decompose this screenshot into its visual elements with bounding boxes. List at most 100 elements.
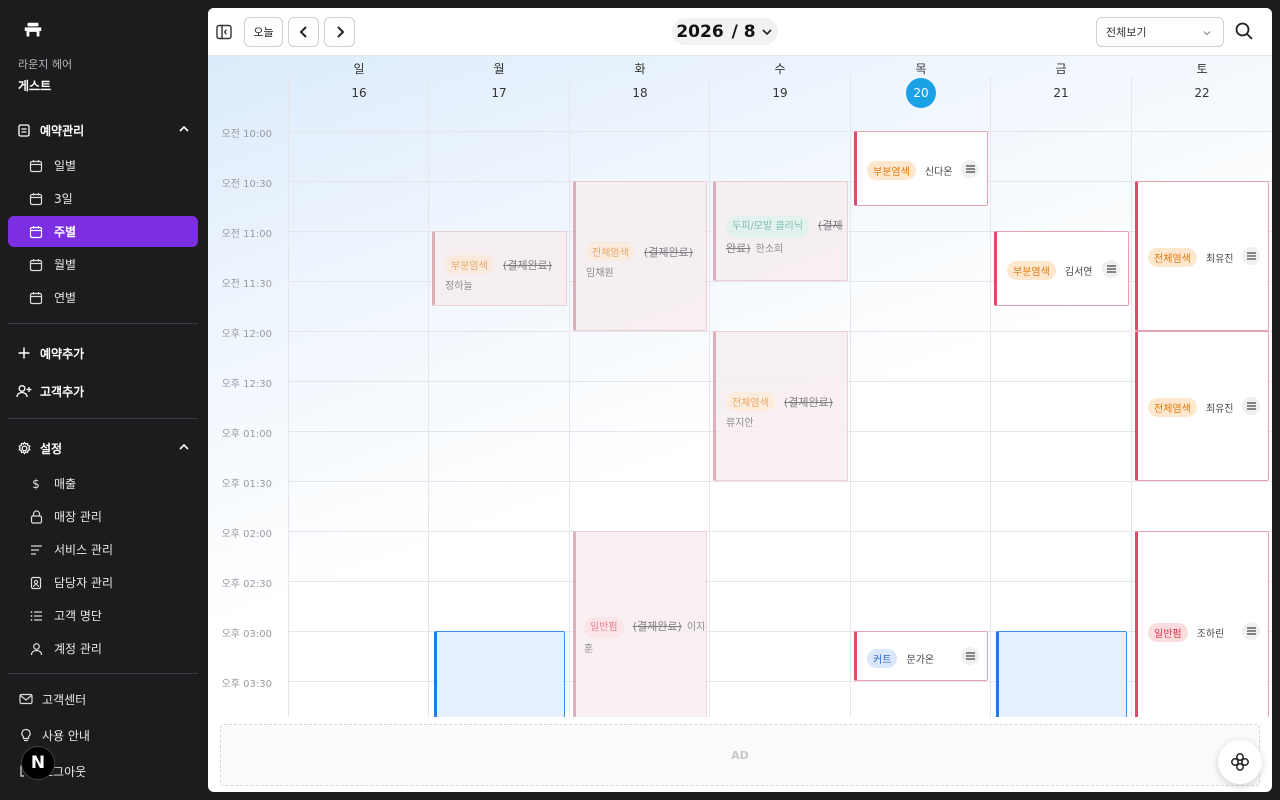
day-header-mon[interactable]: 월 17 — [429, 56, 569, 132]
event-customer-name: 한소희 — [755, 244, 784, 255]
time-label: 오후 03:30 — [221, 679, 272, 690]
calendar-icon — [28, 257, 44, 273]
event-card[interactable]: 전체염색 최유진 — [1135, 181, 1269, 331]
nav-item-customers[interactable]: 고객 명단 — [8, 600, 198, 631]
usage-guide-link[interactable]: 사용 안내 — [18, 724, 90, 746]
chevron-up-icon[interactable] — [178, 441, 190, 456]
event-card[interactable]: 두피/모발 클리닉 (결제완료) 한소희 — [713, 181, 848, 281]
grid-line — [288, 76, 289, 717]
nav-item-store[interactable]: 매장 관리 — [8, 501, 198, 532]
nav-item-label: 매장 관리 — [54, 510, 102, 524]
n-badge-icon[interactable]: N — [21, 746, 55, 780]
event-menu-button[interactable] — [1242, 397, 1260, 415]
event-card[interactable]: 부분염색 신다온 — [854, 131, 988, 206]
menu-icon — [965, 165, 975, 173]
prev-week-button[interactable] — [288, 17, 319, 47]
day-header-thu[interactable]: 목 20 — [851, 56, 991, 132]
app-logo-icon[interactable] — [22, 20, 44, 42]
chevron-up-icon[interactable] — [178, 123, 190, 138]
sidebar-toggle-icon[interactable] — [216, 24, 232, 40]
list-icon — [28, 542, 44, 558]
event-customer-name: 조하린 — [1196, 629, 1225, 640]
settings-section-label: 설정 — [40, 441, 63, 456]
day-header-sun[interactable]: 일 16 — [289, 56, 429, 132]
event-service-tag: 전체염색 — [726, 392, 775, 411]
nav-item-label: 3일 — [54, 192, 73, 206]
grid-line — [288, 481, 1272, 482]
event-service-tag: 부분염색 — [445, 255, 494, 274]
event-customer-name: 신다온 — [924, 167, 953, 178]
day-header-wed[interactable]: 수 19 — [710, 56, 850, 132]
nav-item-label: 주별 — [54, 225, 77, 239]
chevron-left-icon — [299, 26, 307, 38]
event-customer-name: 임채원 — [586, 268, 614, 279]
event-customer-name: 류지안 — [726, 418, 754, 429]
event-menu-button[interactable] — [1102, 260, 1120, 278]
event-card[interactable]: 일반펌 조하린 — [1135, 531, 1269, 717]
time-slot-selection[interactable] — [996, 631, 1127, 717]
grid-line — [288, 131, 1272, 132]
event-customer-name: 문가온 — [906, 655, 935, 666]
add-customer-button[interactable]: 고객추가 — [16, 380, 84, 402]
day-header-fri[interactable]: 금 21 — [991, 56, 1131, 132]
event-menu-button[interactable] — [961, 647, 979, 665]
reservation-section-header[interactable]: 예약관리 — [16, 119, 194, 141]
event-card[interactable]: 커트 문가온 — [854, 631, 988, 681]
calendar-icon — [28, 191, 44, 207]
event-menu-button[interactable] — [1242, 247, 1260, 265]
nav-item-monthly[interactable]: 월별 — [8, 249, 198, 280]
time-slot-selection[interactable] — [434, 631, 565, 717]
dollar-icon: $ — [32, 476, 40, 491]
day-header-sat[interactable]: 토 22 — [1132, 56, 1272, 132]
add-reservation-button[interactable]: 예약추가 — [16, 342, 84, 364]
grid-line — [428, 76, 429, 717]
event-card[interactable]: 부분염색 (결제완료) 정하늘 — [432, 231, 567, 306]
time-label: 오전 10:30 — [221, 179, 272, 190]
nav-item-weekly[interactable]: 주별 — [8, 216, 198, 247]
flower-fab-button[interactable] — [1218, 740, 1262, 784]
nav-item-staff[interactable]: 담당자 관리 — [8, 567, 198, 598]
next-week-button[interactable] — [324, 17, 355, 47]
customer-center-label: 고객센터 — [42, 692, 87, 707]
event-paid-label: (결제완료) — [783, 396, 833, 409]
day-name: 목 — [915, 62, 927, 76]
nav-item-daily[interactable]: 일별 — [8, 150, 198, 181]
time-label: 오후 01:30 — [221, 479, 272, 490]
ad-banner[interactable]: AD — [220, 724, 1260, 786]
event-menu-button[interactable] — [1242, 622, 1260, 640]
search-icon[interactable] — [1234, 21, 1254, 41]
nav-item-sales[interactable]: $ 매출 — [8, 468, 198, 499]
event-card[interactable]: 전체염색 (결제완료) 임채원 — [573, 181, 707, 331]
month-label: / 8 — [731, 21, 756, 42]
nav-item-yearly[interactable]: 연별 — [8, 282, 198, 313]
calendar-toolbar: 오늘 2026 / 8 전체보기 — [208, 8, 1272, 56]
time-label: 오전 10:00 — [221, 129, 272, 140]
day-name: 일 — [353, 62, 365, 76]
customer-center-link[interactable]: 고객센터 — [18, 688, 86, 710]
time-label: 오후 12:00 — [221, 329, 272, 340]
day-header-tue[interactable]: 화 18 — [570, 56, 710, 132]
nav-item-label: 서비스 관리 — [54, 543, 114, 557]
calendar-icon — [28, 158, 44, 174]
nav-item-3day[interactable]: 3일 — [8, 183, 198, 214]
view-select[interactable]: 전체보기 — [1096, 17, 1224, 47]
event-card[interactable]: 부분염색 김서연 — [994, 231, 1129, 306]
divider — [8, 673, 198, 674]
lightbulb-icon — [18, 727, 34, 743]
event-service-tag: 두피/모발 클리닉 — [726, 216, 809, 238]
day-date-today: 20 — [906, 78, 936, 108]
bullets-icon — [28, 608, 44, 624]
event-customer-name: 김서연 — [1064, 267, 1093, 278]
event-service-tag: 전체염색 — [1148, 248, 1197, 267]
today-button[interactable]: 오늘 — [244, 17, 283, 47]
event-card[interactable]: 일반펌 (결제완료) 이지훈 — [573, 531, 707, 717]
nav-item-services[interactable]: 서비스 관리 — [8, 534, 198, 565]
day-date: 17 — [491, 86, 507, 100]
event-menu-button[interactable] — [961, 160, 979, 178]
year-month-picker[interactable]: 2026 / 8 — [672, 18, 778, 45]
event-card[interactable]: 전체염색 최유진 — [1135, 331, 1269, 481]
settings-section-header[interactable]: 설정 — [16, 437, 194, 459]
event-card[interactable]: 전체염색 (결제완료) 류지안 — [713, 331, 848, 481]
nav-item-account[interactable]: 계정 관리 — [8, 633, 198, 664]
grid-line — [569, 76, 570, 717]
